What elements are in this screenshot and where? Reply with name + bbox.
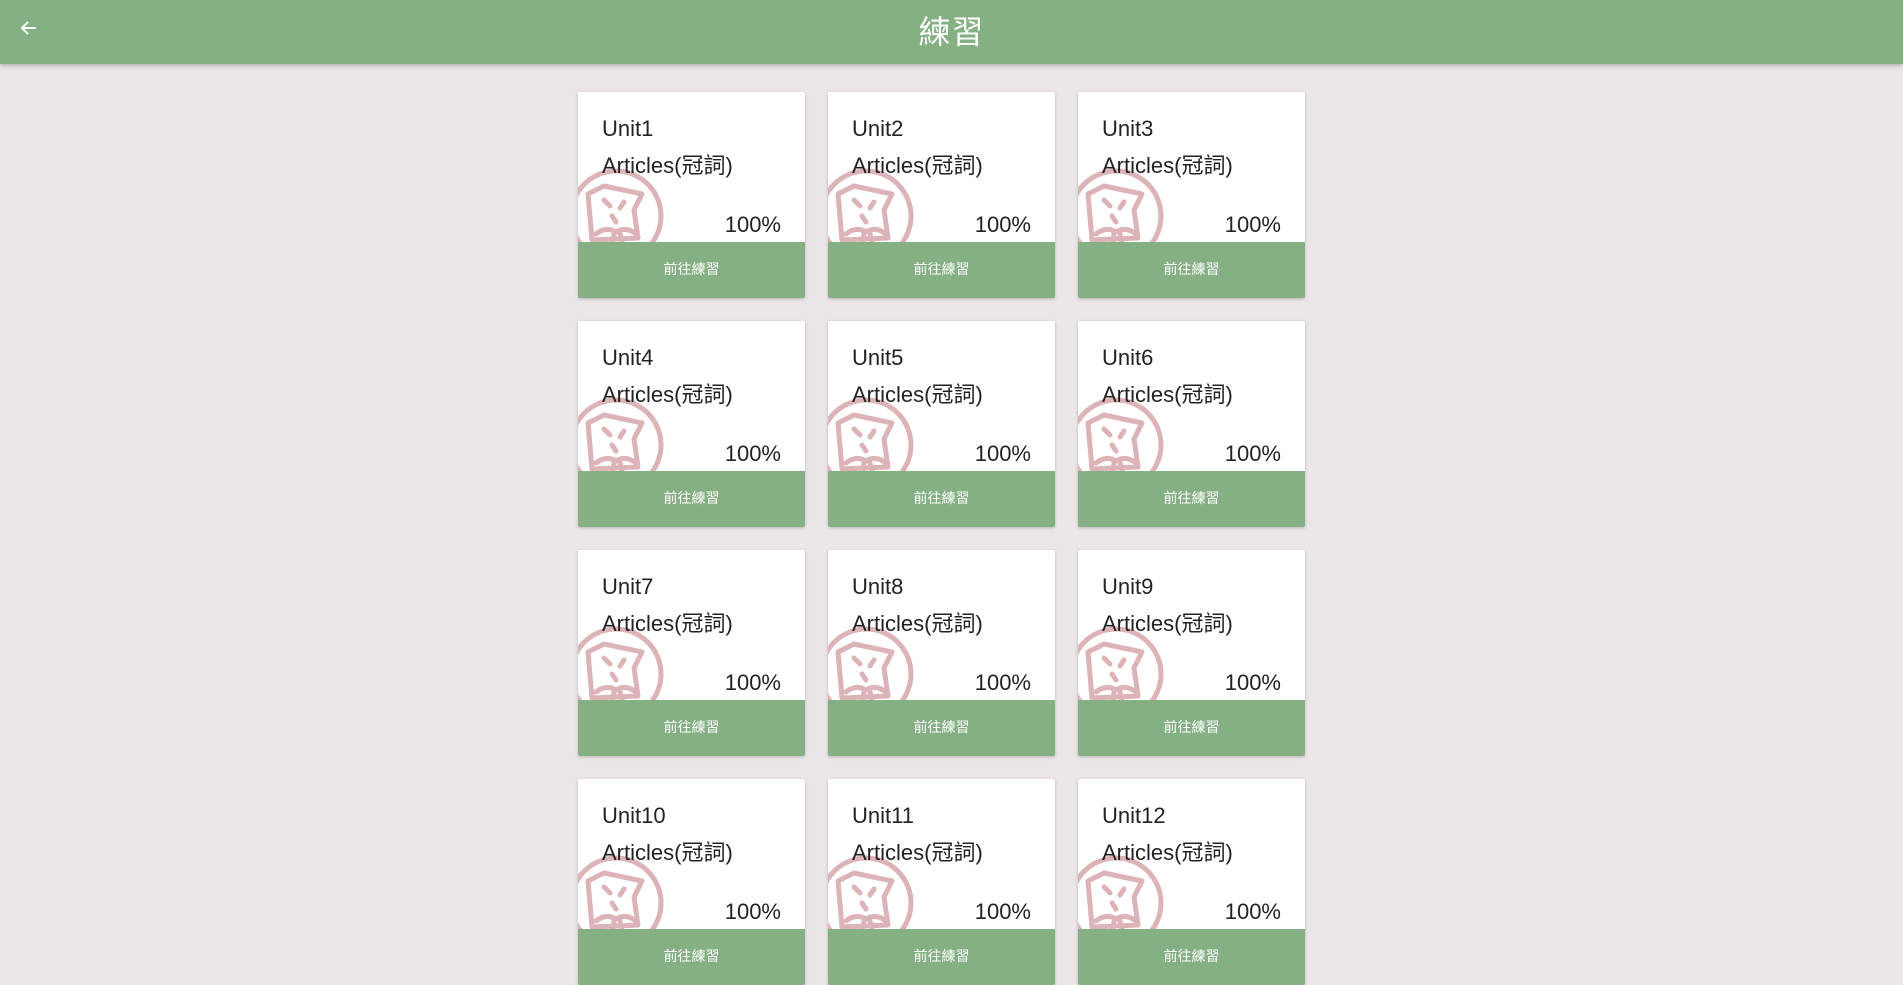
- progress-percent: 100%: [974, 441, 1031, 466]
- unit-card-body: Unit7 Articles(冠詞) 100%: [578, 550, 805, 700]
- unit-card-body: Unit8 Articles(冠詞) 100%: [828, 550, 1055, 700]
- progress-percent: 100%: [1224, 441, 1281, 466]
- unit-card: Unit4 Articles(冠詞) 100% 前往練習: [578, 321, 805, 527]
- unit-topic: Articles(冠詞): [1102, 382, 1233, 407]
- unit-card: Unit8 Articles(冠詞) 100% 前往練習: [828, 550, 1055, 756]
- unit-title: Unit6: [1102, 345, 1154, 370]
- unit-card-body: Unit4 Articles(冠詞) 100%: [578, 321, 805, 471]
- progress-percent: 100%: [724, 899, 781, 924]
- unit-card: Unit9 Articles(冠詞) 100% 前往練習: [1078, 550, 1305, 756]
- unit-topic: Articles(冠詞): [602, 611, 733, 636]
- unit-title: Unit3: [1102, 116, 1154, 141]
- unit-card: Unit11 Articles(冠詞) 100% 前往練習: [828, 779, 1055, 985]
- go-practice-button[interactable]: 前往練習: [1078, 929, 1305, 985]
- unit-topic: Articles(冠詞): [1102, 840, 1233, 865]
- unit-card-body: Unit6 Articles(冠詞) 100%: [1078, 321, 1305, 471]
- unit-card-body: Unit3 Articles(冠詞) 100%: [1078, 92, 1305, 242]
- go-practice-button[interactable]: 前往練習: [1078, 242, 1305, 298]
- unit-title: Unit12: [1102, 803, 1166, 828]
- unit-title: Unit5: [852, 345, 904, 370]
- unit-title: Unit11: [852, 803, 914, 828]
- unit-topic: Articles(冠詞): [852, 611, 983, 636]
- unit-title: Unit9: [1102, 574, 1154, 599]
- progress-percent: 100%: [1224, 899, 1281, 924]
- unit-title: Unit10: [602, 803, 666, 828]
- go-practice-button[interactable]: 前往練習: [828, 471, 1055, 527]
- unit-topic: Articles(冠詞): [602, 840, 733, 865]
- unit-topic: Articles(冠詞): [852, 840, 983, 865]
- unit-title: Unit1: [602, 116, 654, 141]
- unit-topic: Articles(冠詞): [852, 382, 983, 407]
- progress-percent: 100%: [974, 212, 1031, 237]
- unit-title: Unit2: [852, 116, 904, 141]
- progress-percent: 100%: [1224, 670, 1281, 695]
- unit-card-body: Unit12 Articles(冠詞) 100%: [1078, 779, 1305, 929]
- unit-card-body: Unit2 Articles(冠詞) 100%: [828, 92, 1055, 242]
- unit-title: Unit7: [602, 574, 654, 599]
- unit-card: Unit5 Articles(冠詞) 100% 前往練習: [828, 321, 1055, 527]
- go-practice-button[interactable]: 前往練習: [828, 929, 1055, 985]
- unit-title: Unit8: [852, 574, 904, 599]
- unit-card-body: Unit10 Articles(冠詞) 100%: [578, 779, 805, 929]
- progress-percent: 100%: [1224, 212, 1281, 237]
- unit-card: Unit1 Articles(冠詞) 100% 前往練習: [578, 92, 805, 298]
- unit-card-body: Unit5 Articles(冠詞) 100%: [828, 321, 1055, 471]
- unit-title: Unit4: [602, 345, 654, 370]
- unit-topic: Articles(冠詞): [1102, 611, 1233, 636]
- unit-topic: Articles(冠詞): [602, 382, 733, 407]
- unit-card: Unit2 Articles(冠詞) 100% 前往練習: [828, 92, 1055, 298]
- progress-percent: 100%: [724, 441, 781, 466]
- go-practice-button[interactable]: 前往練習: [578, 471, 805, 527]
- unit-topic: Articles(冠詞): [852, 153, 983, 178]
- unit-topic: Articles(冠詞): [602, 153, 733, 178]
- unit-card: Unit3 Articles(冠詞) 100% 前往練習: [1078, 92, 1305, 298]
- go-practice-button[interactable]: 前往練習: [1078, 471, 1305, 527]
- progress-percent: 100%: [724, 212, 781, 237]
- go-practice-button[interactable]: 前往練習: [578, 242, 805, 298]
- unit-card: Unit7 Articles(冠詞) 100% 前往練習: [578, 550, 805, 756]
- unit-card-body: Unit1 Articles(冠詞) 100%: [578, 92, 805, 242]
- go-practice-button[interactable]: 前往練習: [578, 929, 805, 985]
- unit-card-body: Unit9 Articles(冠詞) 100%: [1078, 550, 1305, 700]
- unit-card-body: Unit11 Articles(冠詞) 100%: [828, 779, 1055, 929]
- go-practice-button[interactable]: 前往練習: [828, 700, 1055, 756]
- progress-percent: 100%: [724, 670, 781, 695]
- progress-percent: 100%: [974, 670, 1031, 695]
- unit-topic: Articles(冠詞): [1102, 153, 1233, 178]
- page-title: 練習: [918, 13, 985, 51]
- progress-percent: 100%: [974, 899, 1031, 924]
- app-header: 練習: [0, 0, 1903, 64]
- unit-card: Unit6 Articles(冠詞) 100% 前往練習: [1078, 321, 1305, 527]
- go-practice-button[interactable]: 前往練習: [1078, 700, 1305, 756]
- go-practice-button[interactable]: 前往練習: [828, 242, 1055, 298]
- unit-card: Unit10 Articles(冠詞) 100% 前往練習: [578, 779, 805, 985]
- unit-card: Unit12 Articles(冠詞) 100% 前往練習: [1078, 779, 1305, 985]
- unit-card-grid: Unit1 Articles(冠詞) 100% 前往練習 Unit2 Artic…: [578, 92, 1308, 985]
- go-practice-button[interactable]: 前往練習: [578, 700, 805, 756]
